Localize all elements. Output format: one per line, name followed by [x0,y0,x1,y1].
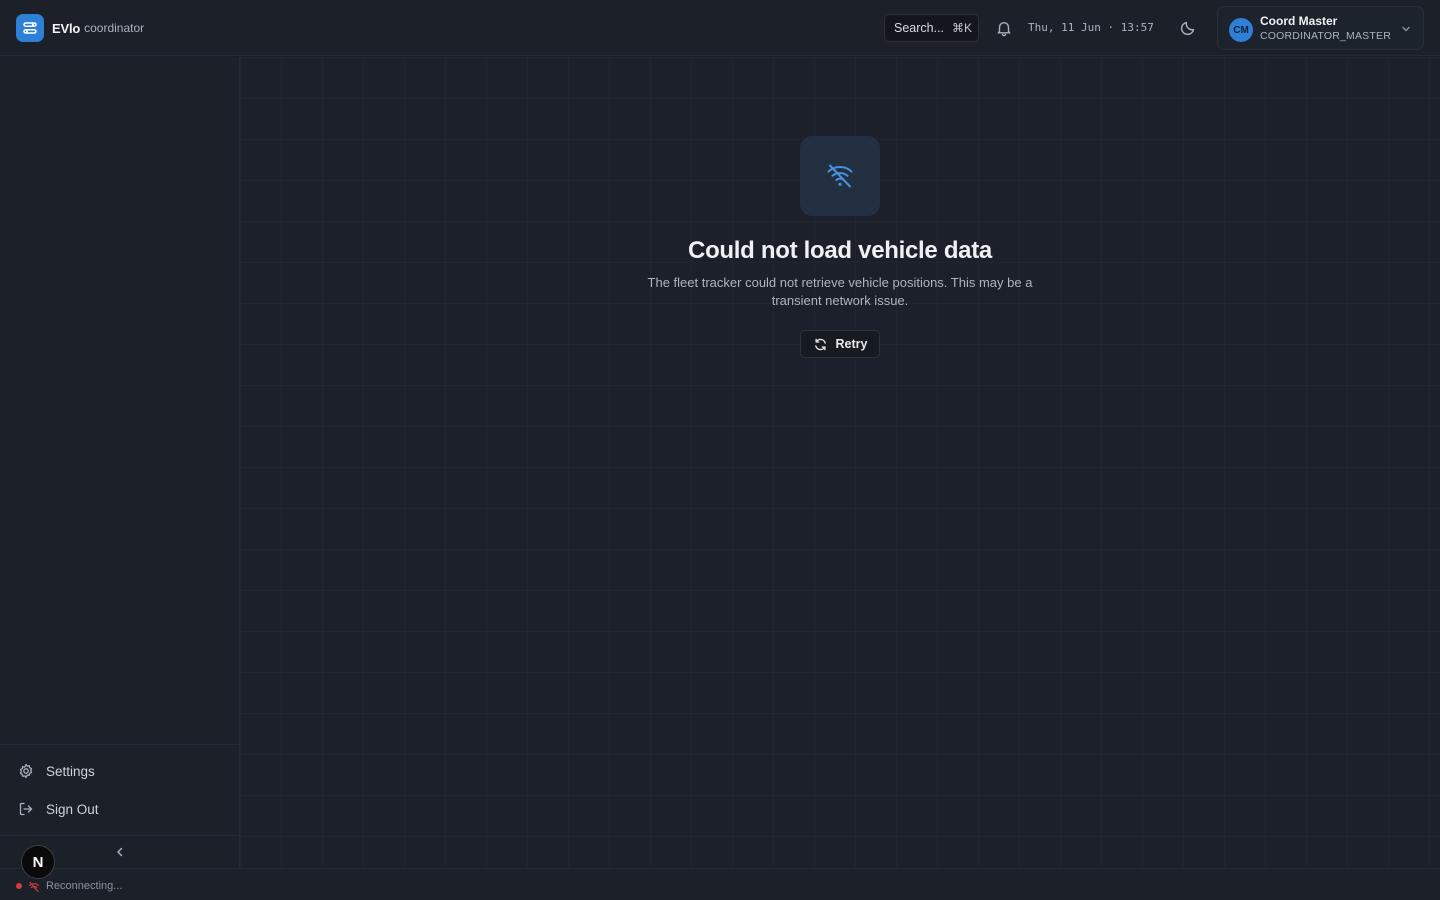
search-shortcut: ⌘K [952,21,973,35]
sidebar-item-label: Sign Out [46,801,99,817]
gear-icon [19,763,33,779]
retry-label: Retry [835,337,868,351]
avatar: CM [1229,18,1253,42]
current-datetime: Thu, 11 Jun · 13:57 [1028,21,1154,34]
error-title: Could not load vehicle data [688,237,992,264]
brand-logo-icon [16,14,44,42]
error-description: The fleet tracker could not retrieve veh… [647,275,1033,308]
refresh-icon [814,338,826,350]
chevron-left-icon[interactable] [113,845,127,859]
sidebar-divider [0,835,239,836]
sign-out-icon [19,802,33,816]
status-dot [16,883,22,889]
user-menu[interactable]: CM Coord Master COORDINATOR_MASTER [1217,6,1424,50]
user-role: COORDINATOR_MASTER [1260,30,1391,42]
status-bar: Reconnecting... [0,868,1440,900]
sidebar-item-sign-out[interactable]: Sign Out [0,792,239,826]
sidebar-bottom-divider [0,744,239,745]
user-name: Coord Master [1260,14,1338,28]
sidebar-item-label: Settings [46,763,95,779]
retry-button[interactable]: Retry [800,330,880,358]
dev-tools-badge[interactable]: N [21,845,55,879]
sidebar-item-settings[interactable]: Settings [0,754,239,788]
moon-icon[interactable] [1179,19,1197,37]
brand-subtitle: coordinator [84,21,145,35]
wifi-off-small-icon [28,880,40,893]
top-bar: EVlo coordinator Search... ⌘K Thu, 11 Ju… [0,0,1440,56]
main-content: Could not load vehicle data The fleet tr… [240,57,1440,868]
chevron-down-icon [1400,22,1412,34]
search-label: Search... [894,21,945,35]
bell-icon[interactable] [995,19,1013,37]
wifi-off-icon [800,136,880,216]
brand[interactable]: EVlo coordinator [16,14,144,42]
connection-status: Reconnecting... [46,880,123,892]
brand-name: EVlo [52,20,81,36]
search-button[interactable]: Search... ⌘K [884,14,979,42]
sidebar: Settings Sign Out [0,57,240,868]
